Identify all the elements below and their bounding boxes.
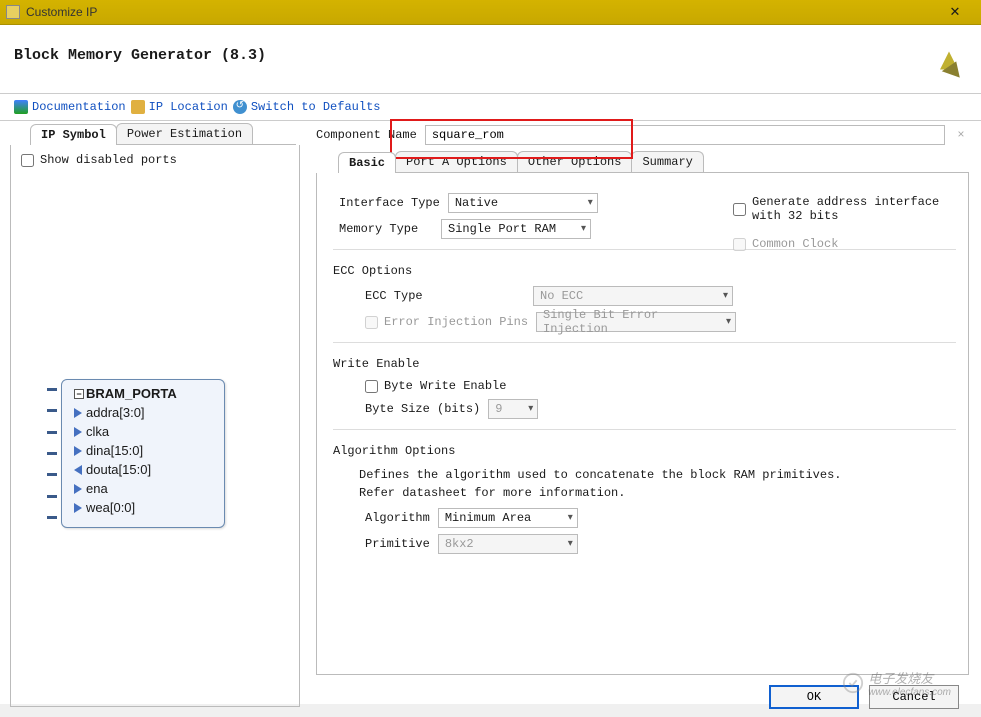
documentation-link[interactable]: Documentation [14, 100, 126, 114]
window: Customize IP ✕ Block Memory Generator (8… [0, 0, 981, 704]
show-disabled-ports-checkbox[interactable]: Show disabled ports [21, 153, 289, 167]
byte-write-enable-checkbox[interactable]: Byte Write Enable [365, 379, 506, 393]
common-clock-checkbox: Common Clock [733, 237, 956, 251]
tab-ip-symbol[interactable]: IP Symbol [30, 124, 117, 145]
error-injection-select: Single Bit Error Injection [536, 312, 736, 332]
write-enable-title: Write Enable [333, 357, 956, 371]
port-clka: clka [74, 424, 212, 439]
byte-size-row: Byte Size (bits) 9 [365, 399, 956, 419]
port-group-name: − BRAM_PORTA [74, 386, 212, 401]
tab-other-options[interactable]: Other Options [517, 151, 633, 172]
gen-addr-32-checkbox[interactable]: Generate address interface with 32 bits [733, 195, 956, 223]
component-name-row: Component Name × [316, 125, 969, 145]
primitive-select: 8kx2 [438, 534, 578, 554]
port-addra: addra[3:0] [74, 405, 212, 420]
component-name-label: Component Name [316, 128, 417, 142]
ecc-type-select: No ECC [533, 286, 733, 306]
ecc-type-row: ECC Type No ECC [365, 286, 956, 306]
tab-power-estimation[interactable]: Power Estimation [116, 123, 253, 144]
algorithm-options-title: Algorithm Options [333, 444, 956, 458]
triangle-left-icon [74, 465, 82, 475]
titlebar: Customize IP ✕ [0, 0, 981, 25]
byte-size-select: 9 [488, 399, 538, 419]
ok-button[interactable]: OK [769, 685, 859, 709]
error-injection-row: Error Injection Pins Single Bit Error In… [365, 312, 956, 332]
expand-icon[interactable]: − [74, 389, 84, 399]
vivado-logo-icon [931, 47, 967, 83]
triangle-right-icon [74, 503, 82, 513]
left-pane: IP Symbol Power Estimation Show disabled… [0, 121, 310, 717]
reset-icon: ↺ [233, 100, 247, 114]
algorithm-row: Algorithm Minimum Area [365, 508, 956, 528]
algorithm-select[interactable]: Minimum Area [438, 508, 578, 528]
error-injection-checkbox: Error Injection Pins [365, 315, 528, 329]
show-disabled-ports-input[interactable] [21, 154, 34, 167]
triangle-right-icon [74, 484, 82, 494]
primitive-row: Primitive 8kx2 [365, 534, 956, 554]
memory-type-select[interactable]: Single Port RAM [441, 219, 591, 239]
basic-tab-content: Interface Type Native Memory Type Single… [316, 173, 969, 675]
window-title: Customize IP [26, 5, 935, 19]
main-tabs: Basic Port A Options Other Options Summa… [338, 151, 969, 173]
port-dina: dina[15:0] [74, 443, 212, 458]
book-icon [14, 100, 28, 114]
tab-summary[interactable]: Summary [631, 151, 703, 172]
triangle-right-icon [74, 446, 82, 456]
ecc-options-title: ECC Options [333, 264, 956, 278]
app-icon [6, 5, 20, 19]
ip-location-link[interactable]: IP Location [131, 100, 228, 114]
interface-type-select[interactable]: Native [448, 193, 598, 213]
triangle-right-icon [74, 427, 82, 437]
folder-icon [131, 100, 145, 114]
ip-symbol: − BRAM_PORTA addra[3:0] clka dina[15:0] … [61, 379, 225, 528]
left-tabs: IP Symbol Power Estimation [30, 123, 296, 145]
tab-basic[interactable]: Basic [338, 152, 396, 173]
port-bar-icons [47, 379, 57, 528]
close-button[interactable]: ✕ [935, 4, 975, 20]
ip-symbol-panel: Show disabled ports − BRAM_PORTA addra[3 [10, 145, 300, 707]
triangle-right-icon [74, 408, 82, 418]
toolbar: Documentation IP Location ↺Switch to Def… [0, 94, 981, 120]
header: Block Memory Generator (8.3) [0, 25, 981, 93]
right-pane: Component Name × Basic Port A Options Ot… [310, 121, 981, 717]
footer-buttons: OK Cancel [769, 685, 959, 709]
bram-port-block: − BRAM_PORTA addra[3:0] clka dina[15:0] … [61, 379, 225, 528]
switch-defaults-link[interactable]: ↺Switch to Defaults [233, 100, 381, 114]
algorithm-desc: Defines the algorithm used to concatenat… [359, 466, 956, 502]
tab-port-a-options[interactable]: Port A Options [395, 151, 518, 172]
cancel-button[interactable]: Cancel [869, 685, 959, 709]
page-title: Block Memory Generator (8.3) [14, 47, 931, 64]
port-douta: douta[15:0] [74, 462, 212, 477]
port-wea: wea[0:0] [74, 500, 212, 515]
component-name-input[interactable] [425, 125, 945, 145]
clear-name-icon[interactable]: × [953, 128, 969, 142]
port-ena: ena [74, 481, 212, 496]
